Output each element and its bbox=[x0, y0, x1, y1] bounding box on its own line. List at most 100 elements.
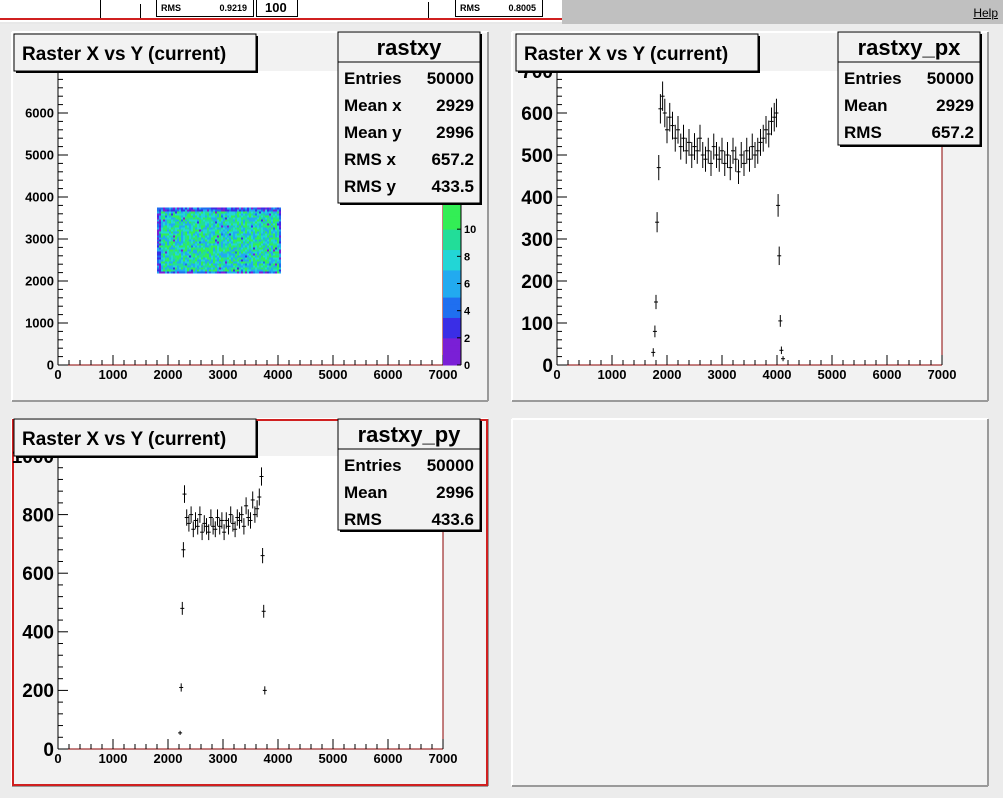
heatmap-cell bbox=[249, 225, 251, 228]
heatmap-cell bbox=[279, 225, 281, 228]
heatmap-cell bbox=[259, 265, 261, 268]
heatmap-cell bbox=[169, 231, 171, 234]
heatmap-cell bbox=[167, 239, 169, 242]
heatmap-cell bbox=[211, 219, 213, 222]
heatmap-cell bbox=[171, 261, 173, 264]
heatmap-cell bbox=[163, 225, 165, 228]
heatmap-cell bbox=[277, 265, 279, 268]
heatmap-cell bbox=[247, 239, 249, 242]
heatmap-cell bbox=[267, 213, 269, 216]
heatmap-cell bbox=[201, 245, 203, 248]
heatmap-cell bbox=[185, 207, 187, 210]
heatmap-cell bbox=[223, 249, 225, 252]
heatmap-cell bbox=[269, 221, 271, 224]
heatmap-cell bbox=[173, 231, 175, 234]
heatmap-cell bbox=[261, 243, 263, 246]
heatmap-cell bbox=[263, 213, 265, 216]
heatmap-cell bbox=[257, 209, 259, 212]
heatmap-cell bbox=[265, 265, 267, 268]
heatmap-cell bbox=[229, 213, 231, 216]
heatmap-cell bbox=[183, 255, 185, 258]
heatmap-cell bbox=[187, 217, 189, 220]
help-menu[interactable]: Help bbox=[973, 6, 998, 20]
heatmap-cell bbox=[177, 213, 179, 216]
heatmap-cell bbox=[181, 253, 183, 256]
heatmap-cell bbox=[217, 237, 219, 240]
heatmap-cell bbox=[245, 215, 247, 218]
heatmap-cell bbox=[255, 219, 257, 222]
heatmap-cell bbox=[229, 245, 231, 248]
heatmap-cell bbox=[157, 211, 159, 214]
heatmap-cell bbox=[221, 239, 223, 242]
heatmap-cell bbox=[185, 269, 187, 272]
heatmap-cell bbox=[195, 255, 197, 258]
heatmap-cell bbox=[205, 267, 207, 270]
heatmap-cell bbox=[197, 223, 199, 226]
heatmap-cell bbox=[233, 225, 235, 228]
heatmap-cell bbox=[279, 219, 281, 222]
heatmap-cell bbox=[265, 221, 267, 224]
heatmap-cell bbox=[205, 265, 207, 268]
heatmap-cell bbox=[201, 233, 203, 236]
heatmap-cell bbox=[181, 243, 183, 246]
heatmap-cell bbox=[257, 253, 259, 256]
heatmap-cell bbox=[275, 253, 277, 256]
heatmap-cell bbox=[177, 271, 179, 274]
heatmap-cell bbox=[227, 271, 229, 274]
heatmap-cell bbox=[267, 217, 269, 220]
x-tick-label: 2000 bbox=[653, 367, 682, 382]
x-tick-label: 3000 bbox=[209, 751, 238, 766]
heatmap-cell bbox=[187, 241, 189, 244]
palette-tick-label: 8 bbox=[464, 251, 470, 263]
heatmap-cell bbox=[253, 217, 255, 220]
heatmap-cell bbox=[273, 259, 275, 262]
heatmap-cell bbox=[241, 253, 243, 256]
heatmap-cell bbox=[245, 259, 247, 262]
heatmap-cell bbox=[175, 265, 177, 268]
pad: 0 1000 2000 3000 4000 5000 6000 700001000200030… bbox=[11, 31, 489, 402]
heatmap-cell bbox=[261, 257, 263, 260]
heatmap-cell bbox=[171, 243, 173, 246]
heatmap-cell bbox=[247, 253, 249, 256]
heatmap-cell bbox=[187, 255, 189, 258]
heatmap-cell bbox=[167, 265, 169, 268]
heatmap-cell bbox=[159, 229, 161, 232]
heatmap-cell bbox=[251, 243, 253, 246]
heatmap-cell bbox=[205, 261, 207, 264]
heatmap-cell bbox=[269, 253, 271, 256]
heatmap-cell bbox=[231, 263, 233, 266]
heatmap-cell bbox=[249, 221, 251, 224]
heatmap-cell bbox=[201, 209, 203, 212]
heatmap-cell bbox=[183, 231, 185, 234]
heatmap-cell bbox=[159, 243, 161, 246]
heatmap-cell bbox=[191, 251, 193, 254]
heatmap-cell bbox=[241, 215, 243, 218]
heatmap-cell bbox=[239, 229, 241, 232]
heatmap-cell bbox=[243, 263, 245, 266]
heatmap-cell bbox=[203, 255, 205, 258]
heatmap-cell bbox=[229, 229, 231, 232]
heatmap-cell bbox=[249, 223, 251, 226]
heatmap-cell bbox=[167, 211, 169, 214]
heatmap-cell bbox=[189, 247, 191, 250]
heatmap-cell bbox=[231, 241, 233, 244]
heatmap-cell bbox=[201, 213, 203, 216]
heatmap-cell bbox=[191, 229, 193, 232]
heatmap-cell bbox=[163, 237, 165, 240]
heatmap-cell bbox=[175, 231, 177, 234]
stats-value: 2996 bbox=[436, 483, 474, 502]
heatmap-cell bbox=[271, 247, 273, 250]
heatmap-cell bbox=[207, 247, 209, 250]
heatmap-cell bbox=[227, 231, 229, 234]
heatmap-cell bbox=[259, 249, 261, 252]
heatmap-cell bbox=[259, 263, 261, 266]
heatmap-cell bbox=[271, 231, 273, 234]
heatmap-cell bbox=[221, 261, 223, 264]
heatmap-cell bbox=[173, 235, 175, 238]
heatmap-cell bbox=[215, 251, 217, 254]
heatmap-cell bbox=[277, 271, 279, 274]
heatmap-cell bbox=[157, 219, 159, 222]
heatmap-cell bbox=[185, 233, 187, 236]
heatmap-cell bbox=[239, 263, 241, 266]
heatmap-cell bbox=[217, 245, 219, 248]
